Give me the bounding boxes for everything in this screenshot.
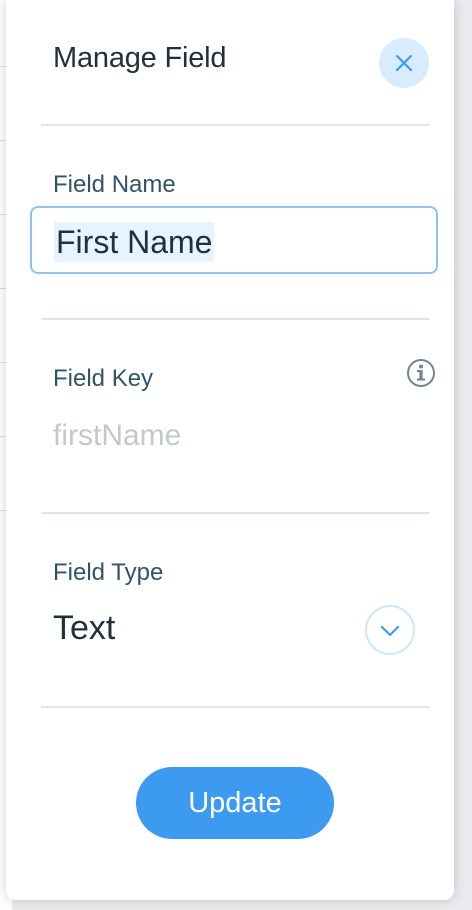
section-divider <box>41 318 429 320</box>
field-name-input-box[interactable]: First Name <box>30 206 438 274</box>
field-name-label: Field Name <box>53 171 176 198</box>
field-key-label: Field Key <box>53 365 154 392</box>
field-type-dropdown-button[interactable] <box>365 605 415 655</box>
manage-field-panel: Manage Field Field Name First Name Field… <box>6 0 454 900</box>
footer-divider <box>41 706 429 708</box>
field-key-value: firstName <box>53 419 182 452</box>
dialog-title: Manage Field <box>53 42 227 74</box>
field-name-input[interactable]: First Name <box>54 222 215 262</box>
header-divider <box>41 124 429 126</box>
field-type-value[interactable]: Text <box>53 609 115 648</box>
info-icon[interactable] <box>406 358 436 388</box>
update-button[interactable]: Update <box>136 767 334 839</box>
close-button[interactable] <box>379 38 429 88</box>
chevron-down-icon <box>380 625 400 637</box>
section-divider <box>41 512 429 514</box>
field-type-label: Field Type <box>53 559 164 586</box>
close-icon <box>395 54 413 72</box>
